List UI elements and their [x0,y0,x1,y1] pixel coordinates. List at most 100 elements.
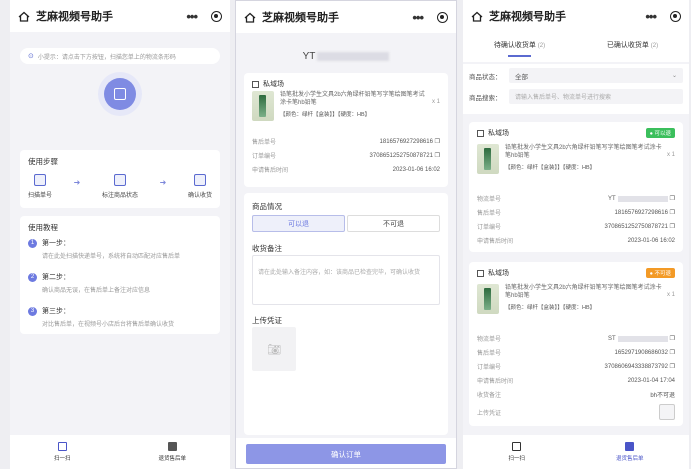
app-title: 芝麻视频号助手 [262,12,339,24]
field-key: 申请售后时间 [477,239,514,245]
field-tracking-no: 物流单号 ST ❐ [477,334,675,343]
field-value: 3708651252750878721 ❐ [605,223,675,230]
step-number: 3 [28,306,37,316]
camera-icon: 📷︎ [267,343,281,356]
nav-scan[interactable]: 扫一扫 [508,442,525,462]
status-badge: ● 可以退 [645,128,675,138]
nav-scan[interactable]: 扫一扫 [54,442,71,462]
copy-icon[interactable]: ❐ [670,335,675,342]
field-apply-time: 申请售后时间 2023-01-06 16:02 [477,236,675,246]
check-icon [193,174,206,186]
product-qty: x 1 [666,152,675,158]
copy-icon[interactable]: ❐ [670,364,675,370]
confirm-order-button[interactable]: 确认订单 [246,444,446,464]
tab-label: 待确认收货单 [493,42,536,49]
product-title: 铅笔批发小学生文具2b六角绿杆铅笔写字笔绘图笔考试涂卡笔hb铅笔 [505,145,662,159]
field-aftersale-no: 售后单号 1816576927298616 ❐ [477,208,675,217]
field-aftersale-no: 售后单号 1652971908686032 ❐ [477,348,675,357]
upload-voucher-button[interactable]: 📷︎ [252,327,296,371]
product-image [477,144,499,174]
not-returnable-option[interactable]: 不可退 [347,215,440,232]
step-scan: 扫描单号 [28,174,52,199]
more-icon[interactable]: ••• [186,9,198,24]
product-qty: x 1 [431,99,440,105]
product-image [252,91,274,121]
copy-icon[interactable]: ❐ [670,224,675,230]
value-text: 1816576927298616 [379,139,433,145]
copy-icon[interactable]: ❐ [670,210,675,216]
tip-bar: ⊙ 小提示：请点击下方按钮，扫描您单上的物流条形码 [20,48,220,64]
status-filter: 商品状态： 全部 ⌄ [469,68,683,83]
nav-orders[interactable]: 退货售后单 [616,442,644,462]
more-icon[interactable]: ••• [645,9,657,24]
product-row: 铅笔批发小学生文具2b六角绿杆铅笔写字笔绘图笔考试涂卡笔hb铅笔 x 1 【颜色：… [477,284,675,314]
step-desc: 确认商品无误，在售后单上备注对应信息 [42,288,151,294]
copy-icon[interactable]: ❐ [670,350,675,356]
field-order-no: 订单编号 3708606943338873792 ❐ [477,362,675,371]
order-card[interactable]: 私域场 ● 可以退 铅笔批发小学生文具2b六角绿杆铅笔写字笔绘图笔考试涂卡笔hb… [469,122,683,252]
product-spec: 【颜色：绿杆【盒装】】【硬度：HB】 [505,165,596,171]
field-value: 2023-01-06 16:02 [392,166,440,173]
field-key: 订单编号 [477,225,502,231]
order-card[interactable]: 私域场 ● 不可退 铅笔批发小学生文具2b六角绿杆铅笔写字笔绘图笔考试涂卡笔hb… [469,262,683,426]
confirm-bar: 确认订单 [236,438,456,468]
search-input[interactable]: 请输入售后单号、物流单号进行搜索 [509,89,683,104]
step-mark: 标注商品状态 [102,174,138,199]
product-image [477,284,499,314]
close-icon[interactable] [437,11,448,23]
field-order-no: 订单编号 3708651252750878721 ❐ [477,222,675,231]
returnable-option[interactable]: 可以退 [252,215,345,232]
status-label: 商品状态： [469,73,502,81]
close-icon[interactable] [670,10,681,22]
status-select[interactable]: 全部 ⌄ [509,68,683,83]
scan-icon [34,174,46,186]
field-key: 订单编号 [477,365,502,371]
field-value: 2023-01-04 17:04 [627,377,675,384]
steps-heading: 使用步骤 [28,157,58,166]
step-label: 扫描单号 [28,193,53,199]
tag-icon [113,174,126,186]
scan-button[interactable] [98,72,142,116]
shop-row: 私域场 ● 不可退 [477,268,675,278]
copy-icon[interactable]: ❐ [670,195,675,202]
voucher-thumbnail[interactable] [659,404,675,420]
scan-icon [114,88,126,100]
tutorial-step-1: 1 第一步： 请在此处扫描快递单号，系统将自动匹配对应售后单 [28,238,214,260]
field-key: 物流单号 [477,337,502,343]
field-key: 物流单号 [477,197,502,203]
condition-toggle: 可以退 不可退 [252,215,440,232]
home-icon[interactable] [18,11,30,22]
field-key: 申请售后时间 [252,168,289,174]
field-key: 售后单号 [477,211,502,217]
step-confirm: 确认收货 [188,174,212,199]
redacted-block [617,335,668,342]
status-badge: ● 不可退 [645,268,675,278]
field-value: 1652971908686032 ❐ [615,349,675,356]
step-number: 2 [28,272,37,282]
field-order-no: 订单编号 3708651252750878721 ❐ [252,151,440,160]
home-icon[interactable] [471,11,483,22]
value-text: 3708606943338873792 [604,364,668,370]
copy-icon[interactable]: ❐ [435,139,440,145]
bottom-nav: 扫一扫 退货售后单 [10,435,230,469]
nav-orders[interactable]: 退货售后单 [158,442,186,462]
tutorial-heading: 使用教程 [28,223,58,232]
close-icon[interactable] [211,10,222,22]
copy-icon[interactable]: ❐ [435,153,440,159]
step-title: 第二步： [42,274,70,281]
field-value: 1816576927298616 ❐ [615,209,675,216]
document-icon [167,442,177,451]
field-voucher: 上传凭证 [477,404,675,420]
remark-input[interactable]: 请在此处输入备注内容，如：该商品已检查完毕，可确认收货 [252,255,440,305]
shop-name: 私域场 [263,81,284,88]
tab-confirmed[interactable]: 已确认收货单 (2) [607,40,658,54]
nav-label: 扫一扫 [508,456,525,462]
tutorial-step-3: 3 第三步： 对比售后单，在视频号小店后台将售后单确认收货 [28,306,214,328]
tab-pending[interactable]: 待确认收货单 (2) [493,40,545,57]
home-icon[interactable] [244,12,256,23]
search-placeholder: 请输入售后单号、物流单号进行搜索 [515,95,612,101]
value-text: ST [607,335,616,342]
remark-heading: 收货备注 [252,244,282,253]
product-spec: 【颜色：绿杆【盒装】】【硬度：HB】 [280,112,371,118]
more-icon[interactable]: ••• [412,10,424,25]
